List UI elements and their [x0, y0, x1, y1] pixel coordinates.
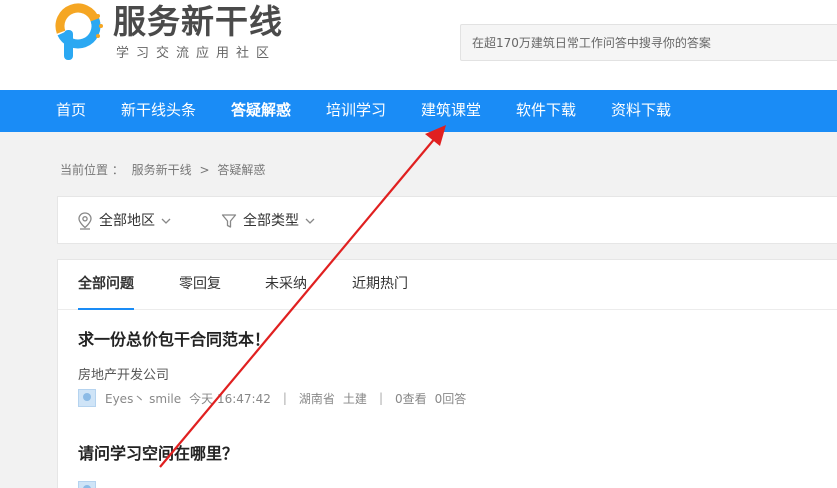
question-meta: [78, 481, 105, 488]
breadcrumb-home[interactable]: 服务新干线: [132, 163, 192, 177]
tab-unadopted[interactable]: 未采纳: [265, 260, 307, 310]
type-filter[interactable]: 全部类型: [221, 197, 315, 245]
nav-item-classroom[interactable]: 建筑课堂: [421, 90, 481, 132]
breadcrumb-prefix: 当前位置 ：: [60, 163, 124, 177]
nav-item-home[interactable]: 首页: [56, 90, 86, 132]
region-filter-label: 全部地区: [99, 213, 155, 229]
meta-divider: |: [282, 391, 287, 405]
question-user[interactable]: Eyes丶 smile: [105, 390, 181, 407]
avatar[interactable]: [78, 389, 96, 407]
region-filter[interactable]: 全部地区: [77, 197, 171, 245]
main-nav: 首页 新干线头条 答疑解惑 培训学习 建筑课堂 软件下载 资料下载: [0, 90, 837, 132]
question-answers: 0回答: [434, 391, 467, 406]
question-time: 今天 16:47:42: [189, 391, 271, 406]
question-category: 土建: [342, 391, 367, 406]
chevron-down-icon: [161, 218, 171, 224]
search-box[interactable]: [460, 24, 837, 61]
question-views: 0查看: [394, 391, 427, 406]
meta-divider: |: [378, 391, 383, 405]
nav-item-resources[interactable]: 资料下载: [611, 90, 671, 132]
question-region: 湖南省: [298, 391, 335, 406]
question-meta: Eyes丶 smile 今天 16:47:42 | 湖南省 土建 | 0查看 0…: [78, 389, 466, 407]
search-input[interactable]: [461, 25, 837, 60]
tab-all-questions[interactable]: 全部问题: [78, 260, 134, 310]
logo-subtitle: 学习交流应用社区: [116, 46, 277, 61]
location-icon: [78, 212, 92, 230]
filter-icon: [221, 214, 237, 228]
logo-icon[interactable]: [54, 0, 106, 66]
breadcrumb-separator: >: [199, 163, 210, 177]
question-list-panel: 全部问题 零回复 未采纳 近期热门 求一份总价包干合同范本！ 房地产开发公司 E…: [57, 259, 837, 488]
site-header: 服务新干线 学习交流应用社区: [0, 0, 837, 90]
question-org: 房地产开发公司: [78, 368, 170, 383]
question-title[interactable]: 求一份总价包干合同范本！: [78, 326, 270, 350]
tab-no-reply[interactable]: 零回复: [179, 260, 221, 310]
breadcrumb: 当前位置 ： 服务新干线 > 答疑解惑: [60, 161, 269, 178]
avatar[interactable]: [78, 481, 96, 488]
type-filter-label: 全部类型: [243, 213, 299, 229]
nav-item-training[interactable]: 培训学习: [326, 90, 386, 132]
filter-bar: 全部地区 全部类型: [57, 196, 837, 244]
chevron-down-icon: [305, 218, 315, 224]
question-tabs: 全部问题 零回复 未采纳 近期热门: [58, 260, 837, 310]
breadcrumb-current: 答疑解惑: [217, 163, 266, 177]
tab-recent-hot[interactable]: 近期热门: [352, 260, 408, 310]
question-title[interactable]: 请问学习空间在哪里？: [78, 440, 238, 464]
logo-text[interactable]: 服务新干线: [113, 2, 283, 42]
nav-item-qa[interactable]: 答疑解惑: [231, 90, 291, 132]
nav-item-headlines[interactable]: 新干线头条: [121, 90, 196, 132]
nav-item-software[interactable]: 软件下载: [516, 90, 576, 132]
